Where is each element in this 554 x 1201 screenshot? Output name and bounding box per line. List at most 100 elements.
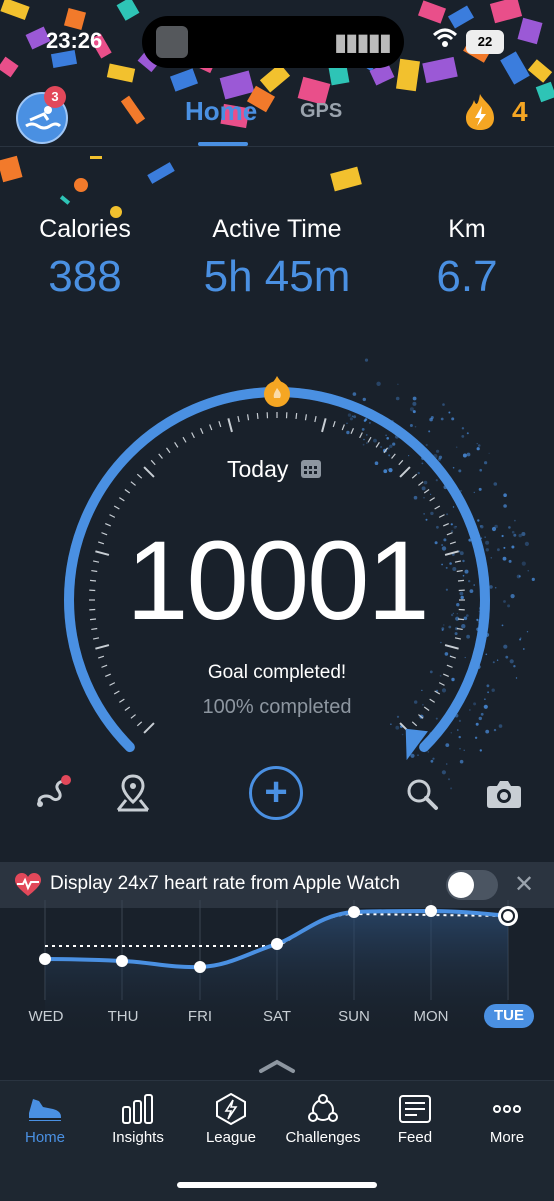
- sparkle-dot: [476, 723, 479, 726]
- sparkle-dot: [441, 418, 444, 421]
- tab-home[interactable]: Home: [185, 96, 257, 127]
- gauge-tick: [412, 474, 416, 478]
- sparkle-dot: [464, 750, 465, 751]
- heart-rate-toggle[interactable]: [446, 870, 498, 900]
- sparkle-dot: [450, 787, 452, 789]
- nav-challenges-label: Challenges: [278, 1129, 368, 1146]
- sparkle-dot: [492, 689, 495, 692]
- nav-more[interactable]: More: [462, 1093, 552, 1146]
- gauge-tick: [131, 482, 136, 486]
- sparkle-dot: [388, 468, 392, 472]
- nav-home[interactable]: Home: [0, 1093, 90, 1146]
- sparkle-dot: [485, 730, 489, 734]
- week-point-fri: [194, 961, 206, 973]
- gauge-tick: [399, 460, 403, 464]
- sparkle-dot: [363, 439, 365, 441]
- sparkle-dot: [353, 392, 357, 396]
- day-label-thu[interactable]: THU: [93, 1008, 153, 1025]
- sparkle-dot: [402, 734, 404, 736]
- sparkle-dot: [494, 482, 498, 486]
- sparkle-dot: [445, 743, 449, 747]
- nav-feed-label: Feed: [370, 1129, 460, 1146]
- gauge-tick: [351, 428, 353, 433]
- search-icon[interactable]: [404, 776, 440, 812]
- stat-km-value: 6.7: [392, 252, 542, 302]
- now-playing-thumbnail: [156, 26, 188, 58]
- stat-calories-label: Calories: [10, 215, 160, 244]
- nav-feed[interactable]: Feed: [370, 1093, 460, 1146]
- tab-gps[interactable]: GPS: [300, 100, 342, 123]
- sparkle-dot: [366, 434, 368, 436]
- sparkle-dot: [376, 382, 380, 386]
- sparkle-dot: [363, 398, 366, 401]
- week-point-wed: [39, 953, 51, 965]
- sparkle-dot: [415, 426, 417, 428]
- nav-league[interactable]: League: [186, 1093, 276, 1146]
- camera-icon[interactable]: [486, 778, 522, 810]
- sparkle-dot: [489, 453, 490, 454]
- home-indicator: [177, 1182, 377, 1188]
- sparkle-dot: [428, 430, 430, 432]
- sparkle-dot: [424, 481, 428, 485]
- gauge-tick: [192, 432, 195, 437]
- add-activity-button[interactable]: +: [249, 766, 303, 820]
- sparkle-dot: [413, 397, 417, 401]
- wifi-icon: [432, 28, 458, 48]
- sparkle-dot: [421, 690, 422, 691]
- day-label-fri[interactable]: FRI: [170, 1008, 230, 1025]
- gauge-tick: [98, 656, 104, 658]
- route-icon[interactable]: [34, 772, 74, 812]
- sparkle-dot: [383, 469, 387, 473]
- calendar-icon[interactable]: [300, 458, 322, 480]
- sparkle-dot: [478, 444, 481, 447]
- day-label-mon[interactable]: MON: [401, 1008, 461, 1025]
- sparkle-dot: [388, 454, 390, 456]
- sparkle-dot: [475, 737, 477, 739]
- sparkle-dot: [503, 645, 507, 649]
- sparkle-dot: [459, 748, 461, 750]
- close-icon[interactable]: ✕: [514, 870, 534, 899]
- nav-challenges[interactable]: Challenges: [278, 1093, 368, 1146]
- gauge-tick: [159, 454, 163, 459]
- day-label-sun[interactable]: SUN: [324, 1008, 384, 1025]
- day-label-tue-selected[interactable]: TUE: [484, 1004, 534, 1028]
- gauge-tick: [360, 432, 363, 437]
- gauge-tick: [210, 424, 212, 430]
- stat-active-time-value: 5h 45m: [177, 252, 377, 302]
- gauge-tick: [296, 413, 297, 419]
- sparkle-dot: [487, 691, 489, 693]
- sparkle-dot: [412, 402, 416, 406]
- gauge-tick: [305, 414, 306, 420]
- sparkle-dot: [408, 455, 409, 456]
- gauge-tick: [412, 722, 416, 726]
- gauge-tick: [376, 442, 379, 447]
- sparkle-dot: [392, 443, 395, 446]
- gauge-tick: [445, 645, 459, 649]
- chevron-up-icon[interactable]: [258, 1058, 296, 1074]
- sparkle-dot: [460, 490, 461, 491]
- gauge-tick: [114, 691, 119, 694]
- sparkle-dot: [497, 660, 498, 661]
- week-point-thu: [116, 955, 128, 967]
- nav-insights[interactable]: Insights: [93, 1093, 183, 1146]
- sparkle-dot: [413, 410, 416, 413]
- nav-more-label: More: [462, 1129, 552, 1146]
- sparkle-dot: [362, 428, 365, 431]
- sparkle-dot: [350, 417, 353, 420]
- gauge-tick: [144, 723, 154, 733]
- shoe-icon: [27, 1093, 63, 1125]
- battery-indicator: 22: [466, 30, 504, 54]
- sparkle-dot: [373, 439, 377, 443]
- sparkle-dot: [429, 418, 433, 422]
- gauge-flame-icon: [264, 376, 290, 407]
- day-label-sat[interactable]: SAT: [247, 1008, 307, 1025]
- gauge-tick: [137, 474, 141, 478]
- sparkle-dot: [463, 454, 467, 458]
- streak-flame-icon[interactable]: [462, 92, 498, 132]
- day-label-wed[interactable]: WED: [16, 1008, 76, 1025]
- league-badge-icon: [213, 1093, 249, 1125]
- sparkle-dot: [505, 656, 508, 659]
- today-label[interactable]: Today: [227, 456, 288, 483]
- map-pin-icon[interactable]: [114, 772, 152, 812]
- stat-active-time-label: Active Time: [177, 215, 377, 244]
